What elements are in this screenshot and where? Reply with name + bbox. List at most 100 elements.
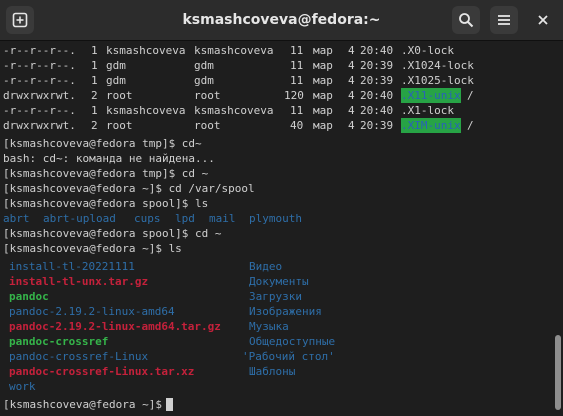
owner: root bbox=[106, 119, 133, 132]
time: 20:39 bbox=[360, 119, 394, 132]
dir-slash: / bbox=[467, 89, 474, 102]
filename: .X1025-lock bbox=[401, 74, 474, 87]
prompt-line: [ksmashcoveva@fedora ~]$ cd /var/spool bbox=[3, 182, 255, 195]
day: 4 bbox=[348, 74, 355, 87]
perm: -r--r--r--. bbox=[3, 59, 76, 72]
perm: drwxrwxrwt. bbox=[3, 119, 76, 132]
listing-row: drwxrwxrwt. 2 root root 120 мар 4 20:40 … bbox=[3, 88, 474, 103]
time: 20:40 bbox=[360, 89, 394, 102]
month: мар bbox=[313, 44, 333, 57]
home-entry: Изображения bbox=[249, 305, 322, 318]
perm: drwxrwxrwt. bbox=[3, 89, 76, 102]
close-icon bbox=[538, 15, 548, 25]
time: 20:40 bbox=[360, 104, 394, 117]
time: 20:40 bbox=[360, 44, 394, 57]
home-entry: Музыка bbox=[249, 320, 289, 333]
scrollbar-thumb[interactable] bbox=[555, 335, 561, 410]
group: root bbox=[194, 89, 221, 102]
links: 2 bbox=[91, 89, 98, 102]
terminal-cursor bbox=[166, 398, 173, 411]
close-button[interactable] bbox=[529, 6, 557, 34]
spool-ls-output: abrt abrt-upload cups lpd mail plymouth bbox=[3, 211, 302, 226]
dir-entry: cups bbox=[134, 212, 161, 225]
prompt-line: [ksmashcoveva@fedora tmp]$ cd~ bbox=[3, 137, 202, 150]
home-entry: Документы bbox=[249, 275, 309, 288]
titlebar: ksmashcoveva@fedora:~ bbox=[0, 0, 563, 41]
listing-row: -r--r--r--. 1 ksmashcoveva ksmashcoveva … bbox=[3, 103, 454, 118]
perm: -r--r--r--. bbox=[3, 74, 76, 87]
day: 4 bbox=[348, 44, 355, 57]
home-entry: pandoc-crossref-Linux bbox=[9, 350, 149, 363]
links: 1 bbox=[91, 44, 98, 57]
group: gdm bbox=[194, 59, 214, 72]
listing-row: -r--r--r--. 1 ksmashcoveva ksmashcoveva … bbox=[3, 43, 454, 58]
home-entry: pandoc bbox=[9, 290, 49, 303]
links: 2 bbox=[91, 119, 98, 132]
home-entry: install-tl-unx.tar.gz bbox=[9, 275, 149, 288]
dir-slash: / bbox=[467, 119, 474, 132]
home-entry: pandoc-2.19.2-linux-amd64 bbox=[9, 305, 175, 318]
hamburger-menu-icon bbox=[498, 15, 510, 25]
perm: -r--r--r--. bbox=[3, 44, 76, 57]
error-line: bash: cd~: команда не найдена... bbox=[3, 152, 215, 165]
menu-button[interactable] bbox=[490, 6, 518, 34]
time: 20:39 bbox=[360, 59, 394, 72]
filename-highlighted-dir: .X11-unix bbox=[401, 88, 461, 103]
home-entry: pandoc-2.19.2-linux-amd64.tar.gz bbox=[9, 320, 221, 333]
owner: ksmashcoveva bbox=[106, 104, 186, 117]
owner: gdm bbox=[106, 59, 126, 72]
size: 40 bbox=[290, 119, 304, 132]
listing-row: drwxrwxrwt. 2 root root 40 мар 4 20:39 .… bbox=[3, 118, 474, 133]
listing-row: -r--r--r--. 1 gdm gdm 11 мар 4 20:39 .X1… bbox=[3, 73, 474, 88]
prompt-line: [ksmashcoveva@fedora spool]$ ls bbox=[3, 197, 209, 210]
month: мар bbox=[313, 89, 333, 102]
dir-entry: plymouth bbox=[249, 212, 302, 225]
filename: .X1-lock bbox=[401, 104, 454, 117]
links: 1 bbox=[91, 104, 98, 117]
home-entry: Шаблоны bbox=[249, 365, 296, 378]
group: ksmashcoveva bbox=[194, 44, 274, 57]
size: 11 bbox=[290, 74, 304, 87]
search-icon bbox=[459, 13, 474, 28]
filename: .X0-lock bbox=[401, 44, 454, 57]
day: 4 bbox=[348, 104, 355, 117]
day: 4 bbox=[348, 119, 355, 132]
size: 120 bbox=[284, 89, 304, 102]
perm: -r--r--r--. bbox=[3, 104, 76, 117]
terminal-output[interactable]: -r--r--r--. 1 ksmashcoveva ksmashcoveva … bbox=[0, 41, 551, 416]
home-entry: Общедоступные bbox=[249, 335, 336, 348]
group: root bbox=[194, 119, 221, 132]
group: gdm bbox=[194, 74, 214, 87]
owner: root bbox=[106, 89, 133, 102]
size: 11 bbox=[290, 59, 304, 72]
prompt-line: [ksmashcoveva@fedora tmp]$ cd ~ bbox=[3, 167, 209, 180]
month: мар bbox=[313, 74, 333, 87]
terminal-window: ksmashcoveva@fedora:~ -r--r--r--. 1 ksma… bbox=[0, 0, 563, 416]
dir-entry: abrt-upload bbox=[43, 212, 116, 225]
time: 20:39 bbox=[360, 74, 394, 87]
prompt-line: [ksmashcoveva@fedora ~]$ ls bbox=[3, 242, 182, 255]
month: мар bbox=[313, 59, 333, 72]
group: ksmashcoveva bbox=[194, 104, 274, 117]
prompt-line-current: [ksmashcoveva@fedora ~]$ bbox=[3, 398, 169, 411]
owner: gdm bbox=[106, 74, 126, 87]
home-entry: work bbox=[9, 380, 36, 393]
day: 4 bbox=[348, 89, 355, 102]
links: 1 bbox=[91, 74, 98, 87]
dir-entry: lpd bbox=[175, 212, 195, 225]
filename-highlighted-dir: .XIM-unix bbox=[401, 118, 461, 133]
home-entry: pandoc-crossref-Linux.tar.xz bbox=[9, 365, 195, 378]
links: 1 bbox=[91, 59, 98, 72]
home-entry: 'Рабочий стол' bbox=[242, 350, 335, 363]
search-button[interactable] bbox=[452, 6, 480, 34]
day: 4 bbox=[348, 59, 355, 72]
owner: ksmashcoveva bbox=[106, 44, 186, 57]
home-entry: install-tl-20221111 bbox=[9, 260, 135, 273]
prompt-line: [ksmashcoveva@fedora spool]$ cd ~ bbox=[3, 227, 222, 240]
home-entry: Загрузки bbox=[249, 290, 302, 303]
month: мар bbox=[313, 119, 333, 132]
home-entry: pandoc-crossref bbox=[9, 335, 109, 348]
dir-entry: mail bbox=[209, 212, 236, 225]
size: 11 bbox=[290, 104, 304, 117]
filename: .X1024-lock bbox=[401, 59, 474, 72]
